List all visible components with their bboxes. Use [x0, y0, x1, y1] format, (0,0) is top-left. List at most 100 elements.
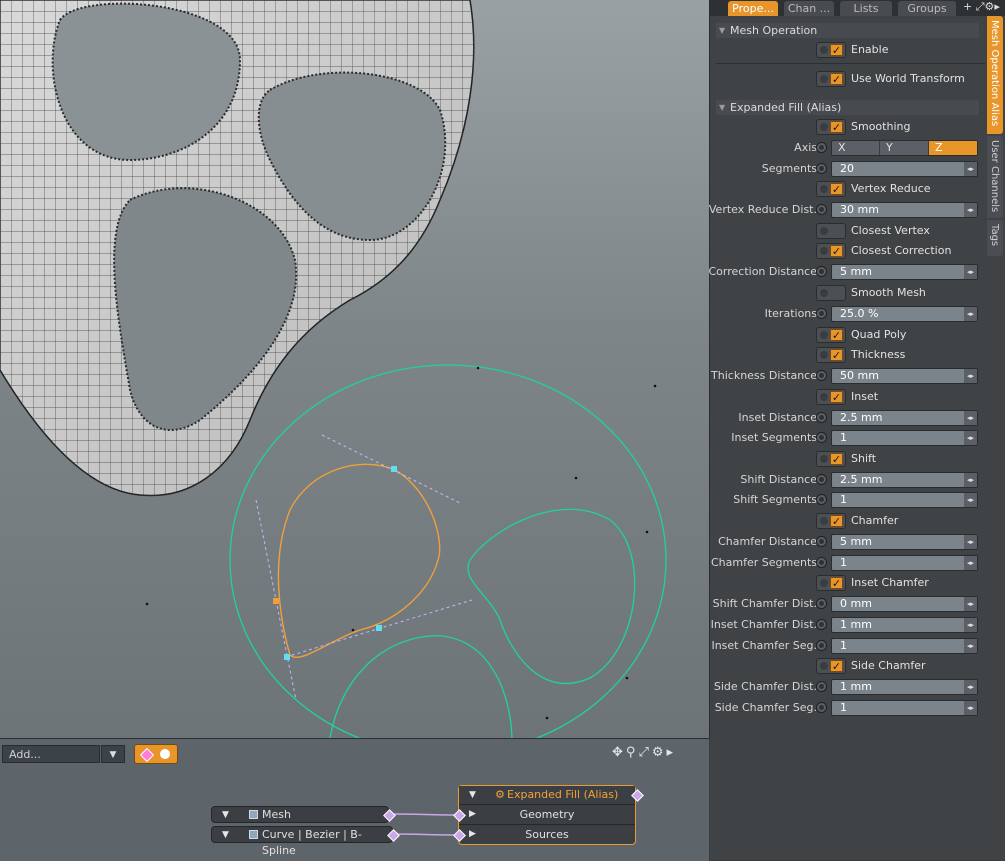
world-transform-checkbox[interactable]: ✓ — [816, 71, 846, 87]
thickness-checkbox[interactable]: ✓ — [816, 347, 846, 363]
icd-channel-dot[interactable] — [816, 619, 827, 630]
spinner-icon[interactable]: ◂▸ — [964, 307, 977, 321]
sources-input[interactable]: ▶ Sources — [459, 825, 635, 844]
smooth-mesh-checkbox[interactable] — [816, 285, 846, 301]
axis-channel-dot[interactable] — [816, 142, 827, 153]
vertex-reduce-row: ✓ Vertex Reduce — [710, 180, 985, 198]
spinner-icon[interactable]: ◂▸ — [964, 680, 977, 694]
thick-channel-dot[interactable] — [816, 370, 827, 381]
segments-field[interactable]: 20 ◂▸ — [831, 161, 978, 177]
inset-chamfer-seg-field[interactable]: 1 ◂▸ — [831, 638, 978, 654]
smoothing-checkbox[interactable]: ✓ — [816, 119, 846, 135]
spinner-icon[interactable]: ◂▸ — [964, 639, 977, 653]
shift-checkbox[interactable]: ✓ — [816, 451, 846, 467]
inset-chamfer-dist-field[interactable]: 1 mm ◂▸ — [831, 617, 978, 633]
spinner-icon[interactable]: ◂▸ — [964, 411, 977, 425]
triangle-down-icon[interactable]: ▼ — [469, 786, 476, 804]
expanded-fill-node[interactable]: ▼ ⚙ Expanded Fill (Alias) ▶ Geometry ▶ S… — [458, 785, 636, 845]
panel-tab-tools[interactable]: + ⤢⚙▸ — [963, 0, 1000, 14]
axis-z-option[interactable]: Z — [929, 141, 977, 155]
sidecd-channel-dot[interactable] — [816, 681, 827, 692]
triangle-down-icon[interactable]: ▼ — [222, 827, 229, 843]
3d-viewport[interactable] — [0, 0, 710, 738]
chamfer-checkbox[interactable]: ✓ — [816, 513, 846, 529]
side-chamfer-dist-row: Side Chamfer Dist. 1 mm ◂▸ — [710, 678, 985, 696]
spinner-icon[interactable]: ◂▸ — [964, 493, 977, 507]
quad-poly-checkbox[interactable]: ✓ — [816, 327, 846, 343]
cham-seg-channel-dot[interactable] — [816, 557, 827, 568]
thickness-distance-field[interactable]: 50 mm ◂▸ — [831, 368, 978, 384]
vertex-reduce-checkbox[interactable]: ✓ — [816, 181, 846, 197]
closest-correction-checkbox[interactable]: ✓ — [816, 243, 846, 259]
check-icon: ✓ — [830, 453, 843, 466]
schematic-view[interactable]: Add... ▼ ✥⚲⤢⚙▸ ▼ Mesh ▼ Curve | Bezier |… — [0, 738, 709, 861]
spinner-icon[interactable]: ◂▸ — [964, 162, 977, 176]
thickness-distance-label: Thickness Distance — [711, 369, 817, 382]
side-chamfer-dist-field[interactable]: 1 mm ◂▸ — [831, 679, 978, 695]
sidecs-channel-dot[interactable] — [816, 702, 827, 713]
section-mesh-operation[interactable]: ▼ Mesh Operation — [716, 23, 979, 38]
correction-distance-field[interactable]: 5 mm ◂▸ — [831, 264, 978, 280]
inset-checkbox[interactable]: ✓ — [816, 389, 846, 405]
iterations-field[interactable]: 25.0 % ◂▸ — [831, 306, 978, 322]
shift-segments-field[interactable]: 1 ◂▸ — [831, 492, 978, 508]
tab-properties[interactable]: Prope... — [728, 1, 778, 16]
mesh-node[interactable]: ▼ Mesh — [211, 806, 389, 823]
shift-distance-field[interactable]: 2.5 mm ◂▸ — [831, 472, 978, 488]
enable-checkbox[interactable]: ✓ — [816, 42, 846, 58]
expanded-curves[interactable] — [229, 364, 667, 738]
axis-y-option[interactable]: Y — [880, 141, 929, 155]
iter-channel-dot[interactable] — [816, 308, 827, 319]
inset-distance-field[interactable]: 2.5 mm ◂▸ — [831, 410, 978, 426]
axis-selector[interactable]: X Y Z — [831, 140, 978, 156]
tab-user-channels[interactable]: User Channels — [987, 136, 1003, 218]
triangle-down-icon[interactable]: ▼ — [222, 807, 229, 823]
side-chamfer-checkbox[interactable]: ✓ — [816, 658, 846, 674]
segments-channel-dot[interactable] — [816, 163, 827, 174]
spinner-icon[interactable]: ◂▸ — [964, 431, 977, 445]
geometry-input[interactable]: ▶ Geometry — [459, 805, 635, 825]
axis-x-option[interactable]: X — [832, 141, 880, 155]
spinner-icon[interactable]: ◂▸ — [964, 556, 977, 570]
inset-seg-channel-dot[interactable] — [816, 432, 827, 443]
gear-icon[interactable]: ⚙ — [985, 0, 995, 13]
triangle-right-icon[interactable]: ▸ — [994, 0, 1000, 13]
scd-channel-dot[interactable] — [816, 598, 827, 609]
vrd-channel-dot[interactable] — [816, 204, 827, 215]
mesh-object[interactable] — [0, 0, 475, 497]
closest-vertex-checkbox[interactable] — [816, 223, 846, 239]
mesh-node-label: Mesh — [262, 808, 291, 821]
chamfer-distance-field[interactable]: 5 mm ◂▸ — [831, 534, 978, 550]
spinner-icon[interactable]: ◂▸ — [964, 535, 977, 549]
spinner-icon[interactable]: ◂▸ — [964, 473, 977, 487]
cham-dist-channel-dot[interactable] — [816, 536, 827, 547]
spinner-icon[interactable]: ◂▸ — [964, 618, 977, 632]
tab-channels[interactable]: Chan ... — [784, 1, 834, 16]
shift-dist-channel-dot[interactable] — [816, 474, 827, 485]
tab-mesh-operation-alias[interactable]: Mesh Operation Alias — [987, 16, 1003, 134]
inset-dist-channel-dot[interactable] — [816, 412, 827, 423]
side-chamfer-seg-field[interactable]: 1 ◂▸ — [831, 700, 978, 716]
shift-seg-channel-dot[interactable] — [816, 494, 827, 505]
section-expanded-fill[interactable]: ▼ Expanded Fill (Alias) — [716, 100, 979, 115]
expand-icon[interactable]: ⤢ — [976, 0, 985, 13]
shift-chamfer-dist-field[interactable]: 0 mm ◂▸ — [831, 596, 978, 612]
inset-chamfer-checkbox[interactable]: ✓ — [816, 575, 846, 591]
spinner-icon[interactable]: ◂▸ — [964, 701, 977, 715]
tab-groups[interactable]: Groups — [898, 1, 956, 16]
spinner-icon[interactable]: ◂▸ — [964, 203, 977, 217]
add-tab-icon[interactable]: + — [963, 0, 972, 13]
spinner-icon[interactable]: ◂▸ — [964, 369, 977, 383]
tab-tags[interactable]: Tags — [987, 220, 1003, 256]
tab-lists[interactable]: Lists — [840, 1, 892, 16]
curve-node[interactable]: ▼ Curve | Bezier | B-Spline — [211, 826, 393, 857]
chamfer-segments-field[interactable]: 1 ◂▸ — [831, 555, 978, 571]
vertex-reduce-dist-field[interactable]: 30 mm ◂▸ — [831, 202, 978, 218]
bezier-curve[interactable] — [255, 434, 473, 701]
spinner-icon[interactable]: ◂▸ — [964, 265, 977, 279]
ics-channel-dot[interactable] — [816, 640, 827, 651]
corr-channel-dot[interactable] — [816, 266, 827, 277]
inset-segments-field[interactable]: 1 ◂▸ — [831, 430, 978, 446]
expanded-fill-header[interactable]: ▼ ⚙ Expanded Fill (Alias) — [459, 786, 635, 805]
spinner-icon[interactable]: ◂▸ — [964, 597, 977, 611]
